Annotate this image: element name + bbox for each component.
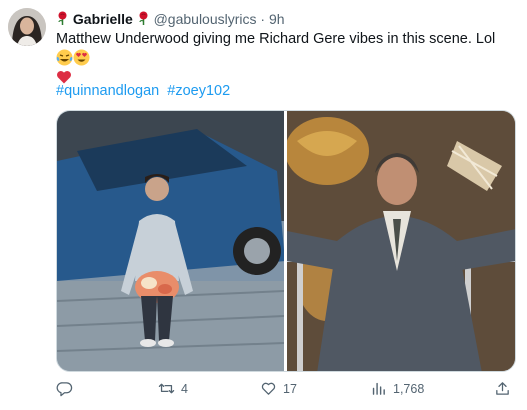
handle[interactable]: @gabulouslyrics bbox=[154, 11, 257, 27]
hashtag-link[interactable]: #quinnandlogan bbox=[56, 83, 159, 99]
rose-icon bbox=[58, 11, 67, 25]
views-button[interactable]: 1,768 bbox=[370, 380, 424, 397]
views-icon bbox=[372, 382, 385, 395]
laughing-emoji-icon bbox=[56, 49, 73, 66]
share-icon bbox=[496, 382, 509, 395]
photo-right[interactable] bbox=[287, 111, 515, 371]
tweet-text: Matthew Underwood giving me Richard Gere… bbox=[56, 30, 516, 88]
like-icon bbox=[261, 382, 276, 395]
display-name[interactable]: Gabrielle bbox=[73, 11, 133, 27]
share-button[interactable] bbox=[494, 380, 511, 397]
hashtags: #quinnandlogan #zoey102 bbox=[56, 83, 234, 99]
media-grid bbox=[56, 110, 516, 372]
heart-eyes-emoji-icon bbox=[73, 49, 90, 66]
avatar[interactable] bbox=[8, 8, 46, 46]
rose-icon bbox=[139, 11, 148, 25]
separator: · bbox=[260, 11, 266, 27]
reply-icon bbox=[56, 382, 73, 397]
timestamp[interactable]: 9h bbox=[269, 11, 285, 27]
like-count: 17 bbox=[283, 381, 297, 396]
retweet-button[interactable]: 4 bbox=[158, 380, 188, 397]
views-count: 1,768 bbox=[393, 381, 425, 396]
retweet-count: 4 bbox=[181, 381, 188, 396]
retweet-icon bbox=[158, 383, 175, 394]
action-bar: 4 17 1,768 bbox=[56, 380, 516, 402]
hashtag-link[interactable]: #zoey102 bbox=[167, 83, 230, 99]
like-button[interactable]: 17 bbox=[260, 380, 297, 397]
tweet-header: Gabrielle @gabulouslyrics · 9h bbox=[56, 10, 285, 28]
reply-button[interactable] bbox=[56, 380, 79, 397]
photo-left[interactable] bbox=[57, 111, 284, 371]
tweet-body: Matthew Underwood giving me Richard Gere… bbox=[56, 31, 496, 47]
